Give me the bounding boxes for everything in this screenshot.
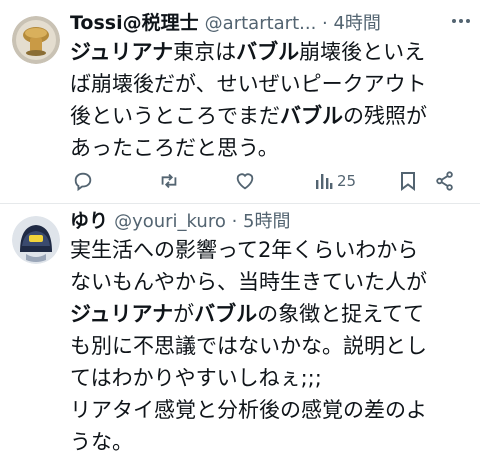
views-count: 25	[337, 172, 357, 190]
text-line: うな。	[70, 430, 133, 454]
share-button[interactable]	[434, 166, 456, 196]
tweet-text: 実生活への影響って2年くらいわから ないもんやから、当時生きていた人が ジュリア…	[70, 234, 470, 458]
display-name[interactable]: Tossi@税理士	[70, 12, 199, 34]
views-icon	[316, 174, 333, 189]
text-line: ないもんやから、当時生きていた人が	[70, 270, 427, 294]
user-handle[interactable]: @artartart...	[205, 13, 317, 34]
views-button[interactable]: 25	[314, 166, 356, 196]
separator: ·	[316, 13, 334, 34]
avatar[interactable]	[12, 216, 60, 264]
text-line: てはわかりやすいしねぇ;;;	[70, 366, 322, 390]
text-line: も別に不思議ではないかな。説明とし	[70, 334, 427, 358]
text-line: 実生活への影響って2年くらいわから	[70, 238, 419, 262]
timestamp[interactable]: 4時間	[333, 13, 380, 34]
tweet-1[interactable]: Tossi@税理士 @artartart... · 4時間 ジュリアナ東京はバブ…	[0, 0, 480, 203]
more-options-icon[interactable]	[450, 10, 472, 32]
tweet-text: ジュリアナ東京はバブル崩壊後といえ ば崩壊後だが、せいぜいピークアウト 後という…	[70, 36, 470, 164]
timestamp[interactable]: 5時間	[243, 211, 290, 232]
heart-icon	[236, 173, 254, 190]
display-name[interactable]: ゆり	[70, 210, 108, 232]
like-button[interactable]	[234, 166, 256, 196]
text-line: リアタイ感覚と分析後の感覚の差のよ	[70, 398, 427, 422]
bookmark-button[interactable]	[398, 166, 418, 196]
reply-icon	[74, 172, 92, 192]
separator: ·	[225, 211, 244, 232]
bookmark-icon	[401, 172, 415, 191]
avatar[interactable]	[12, 16, 60, 64]
tweet-header: ゆり @youri_kuro · 5時間	[70, 208, 480, 234]
text-line: あったころだと思う。	[70, 136, 279, 160]
tweet-header: Tossi@税理士 @artartart... · 4時間	[70, 10, 480, 36]
text-line: ジュリアナがバブルの象徴と捉えてて	[70, 302, 425, 326]
retweet-button[interactable]	[158, 166, 180, 196]
user-handle[interactable]: @youri_kuro	[114, 211, 226, 232]
text-line: 後というところでまだバブルの残照が	[70, 104, 427, 128]
reply-button[interactable]	[72, 166, 94, 196]
text-line: ば崩壊後だが、せいぜいピークアウト	[70, 72, 427, 96]
text-line: ジュリアナ東京はバブル崩壊後といえ	[70, 40, 426, 64]
share-icon	[436, 171, 453, 191]
tweet-2[interactable]: ゆり @youri_kuro · 5時間 実生活への影響って2年くらいわから な…	[0, 204, 480, 454]
action-bar: 25	[70, 166, 470, 196]
retweet-icon	[161, 173, 177, 189]
